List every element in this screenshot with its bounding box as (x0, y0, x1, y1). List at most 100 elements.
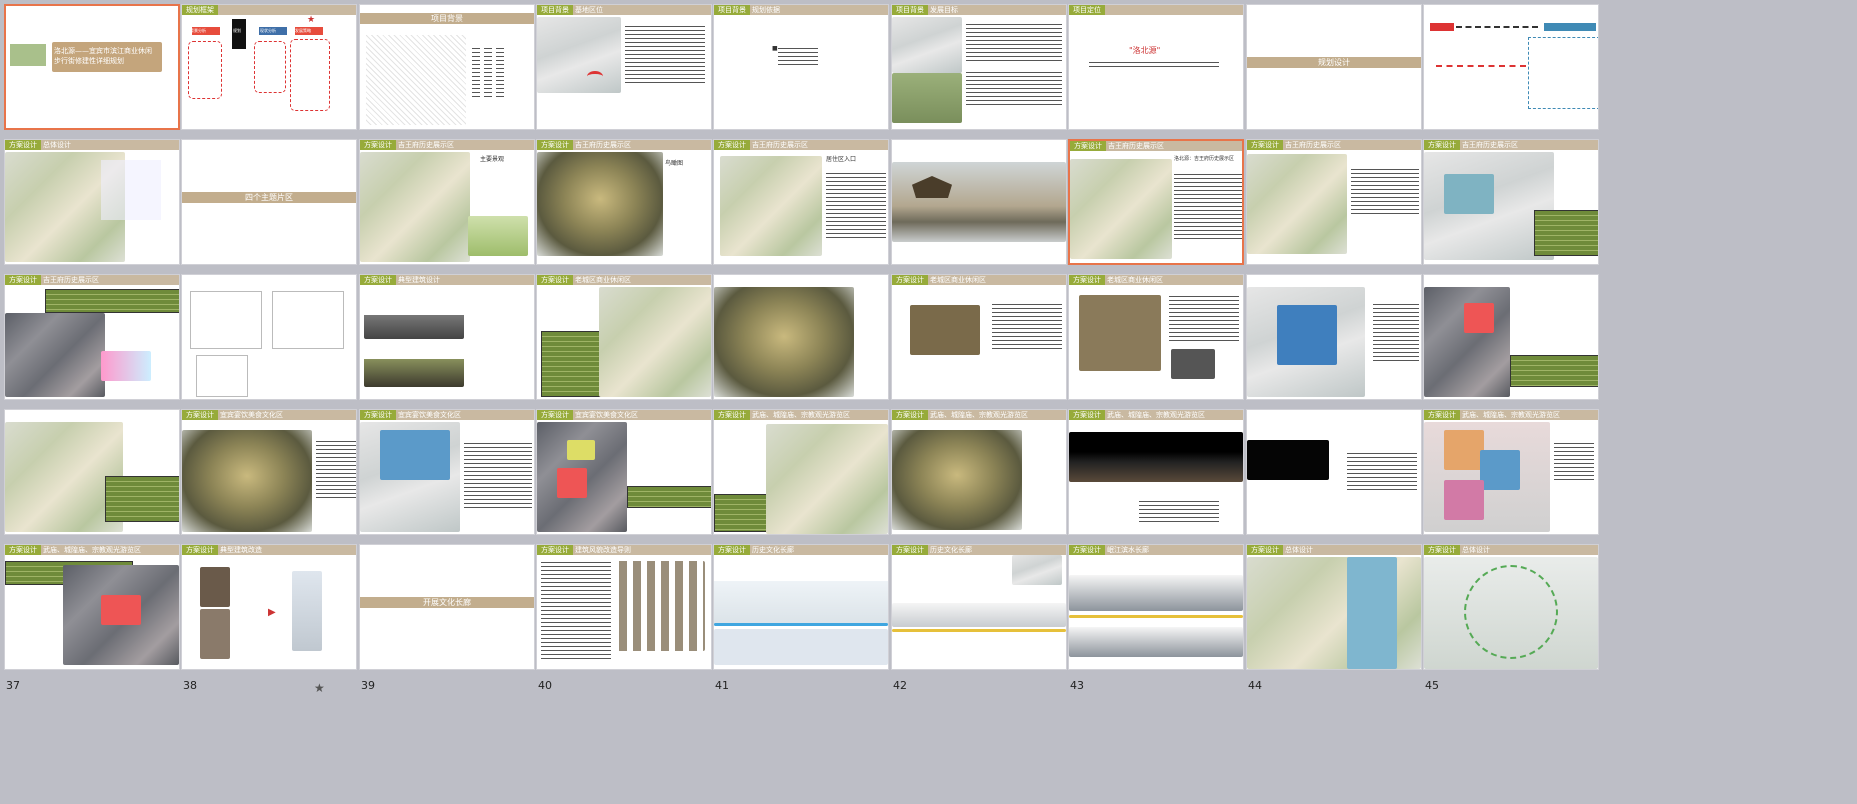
slide-thumbnail[interactable]: 方案设计老城区商业休闲区24 (891, 274, 1067, 429)
slide-thumbnail[interactable]: 方案设计武庙、城隍庙、宗教观光游览区33 (891, 409, 1067, 564)
slide-preview[interactable]: 方案设计 历史文化长廊 (891, 544, 1067, 670)
slide-header-tag: 方案设计 (5, 140, 41, 150)
slide-thumbnail[interactable]: 项目背景3 (359, 4, 535, 159)
text-block (541, 559, 611, 659)
slide-thumbnail[interactable]: 23 (713, 274, 889, 429)
slide-thumbnail[interactable]: 四个主题片区11 (181, 139, 357, 294)
slide-preview[interactable]: 方案设计 宜宾宴饮美食文化区 (536, 409, 712, 535)
slide-preview[interactable] (181, 274, 357, 400)
slide-preview[interactable] (1423, 274, 1599, 400)
slide-preview[interactable]: 方案设计 武庙、城隍庙、宗教观光游览区 (891, 409, 1067, 535)
slide-thumbnail[interactable]: 方案设计武庙、城隍庙、宗教观光游览区36 (1423, 409, 1599, 564)
slide-thumbnail[interactable]: 开展文化长廊 39 (359, 544, 535, 699)
data-table (714, 494, 768, 532)
slide-preview[interactable]: 方案设计 吉王府历史展示区 居住区入口 (713, 139, 889, 265)
slide-thumbnail[interactable]: 方案设计武庙、城隍庙、宗教观光游览区32 (713, 409, 889, 564)
slide-preview[interactable]: 项目定位 "洛北源" (1068, 4, 1244, 130)
slide-header-tag: 方案设计 (1069, 410, 1105, 420)
text-block (1373, 301, 1419, 361)
slide-preview[interactable]: 方案设计 武庙、城隍庙、宗教观光游览区 (4, 544, 180, 670)
slide-thumbnail[interactable]: 方案设计 历史文化长廊 42 (891, 544, 1067, 699)
slide-preview[interactable]: 项目背景规划依据■ ■ ■ (713, 4, 889, 130)
slide-thumbnail[interactable]: 方案设计吉王府历史展示区主要景观12 (359, 139, 535, 294)
slide-thumbnail[interactable]: 方案设计武庙、城隍庙、宗教观光游览区34 (1068, 409, 1244, 564)
slide-preview[interactable]: 四个主题片区 (181, 139, 357, 265)
slide-preview[interactable]: 方案设计 武庙、城隍庙、宗教观光游览区 (713, 409, 889, 535)
slide-thumbnail[interactable]: 项目背景基地区位4 (536, 4, 712, 159)
slide-thumbnail[interactable]: 方案设计 建筑风貌改造导则 40 (536, 544, 712, 699)
slide-preview[interactable]: 方案设计 吉王府历史展示区 主要景观 (359, 139, 535, 265)
slide-preview[interactable]: 规划框架 ★ 背景分析 规划 现状分析 发展策略 (181, 4, 357, 130)
slide-preview[interactable] (891, 139, 1067, 265)
slide-thumbnail[interactable]: 20 (181, 274, 357, 429)
slide-thumbnail[interactable]: 洛北源——宜宾市滨江商业休闲步行街修建性详细规划1 (4, 4, 180, 159)
slide-preview[interactable]: 方案设计 吉王府历史展示区 (4, 274, 180, 400)
slide-thumbnail[interactable]: 规划设计8 (1246, 4, 1422, 159)
decor-block (10, 44, 46, 66)
slide-preview[interactable]: 方案设计 武庙、城隍庙、宗教观光游览区 (1068, 409, 1244, 535)
slide-preview[interactable] (4, 409, 180, 535)
slide-thumbnail[interactable]: 方案设计吉王府历史展示区洛北源：吉王府历史展示区16 (1068, 139, 1244, 294)
slide-preview[interactable]: 项目背景 基地区位 (536, 4, 712, 130)
slide-thumbnail[interactable]: 27 (1423, 274, 1599, 429)
slide-thumbnail[interactable]: 方案设计 典型建筑改造 ▶ 38 ★ (181, 544, 357, 699)
slide-thumbnail[interactable]: 项目背景发展目标6 (891, 4, 1067, 159)
slide-preview[interactable]: 方案设计 典型建筑改造 ▶ (181, 544, 357, 670)
slide-thumbnail[interactable]: 方案设计吉王府历史展示区居住区入口14 (713, 139, 889, 294)
slide-header-subtitle: 宜宾宴饮美食文化区 (575, 411, 638, 419)
slide-preview[interactable]: 方案设计 老城区商业休闲区 (891, 274, 1067, 400)
slide-preview[interactable]: 方案设计 宜宾宴饮美食文化区 (359, 409, 535, 535)
slide-thumbnail[interactable]: 15 (891, 139, 1067, 294)
slide-thumbnail[interactable]: 方案设计 武庙、城隍庙、宗教观光游览区 37 (4, 544, 180, 699)
slide-preview[interactable]: 方案设计 吉王府历史展示区 洛北源：吉王府历史展示区 (1068, 139, 1244, 265)
slide-preview[interactable]: 项目背景 (359, 4, 535, 130)
slide-preview[interactable] (1423, 4, 1599, 130)
slide-preview[interactable]: 项目背景 发展目标 (891, 4, 1067, 130)
slide-header-tag: 方案设计 (537, 275, 573, 285)
slide-thumbnail[interactable]: 方案设计吉王府历史展示区19 (4, 274, 180, 429)
slide-preview[interactable] (1246, 409, 1422, 535)
slide-preview[interactable]: 方案设计 武庙、城隍庙、宗教观光游览区 (1423, 409, 1599, 535)
slide-thumbnail[interactable]: 项目背景规划依据■ ■ ■5 (713, 4, 889, 159)
slide-preview[interactable]: 方案设计 吉王府历史展示区 (1423, 139, 1599, 265)
slide-thumbnail[interactable]: 方案设计吉王府历史展示区17 (1246, 139, 1422, 294)
slide-preview[interactable]: 方案设计 建筑风貌改造导则 (536, 544, 712, 670)
map-image (1444, 430, 1484, 470)
slide-thumbnail[interactable]: 方案设计典型建筑设计21 (359, 274, 535, 429)
slide-preview[interactable]: 洛北源——宜宾市滨江商业休闲步行街修建性详细规划 (4, 4, 180, 130)
slide-thumbnail[interactable]: 35 (1246, 409, 1422, 564)
slide-thumbnail[interactable]: 方案设计宜宾宴饮美食文化区29 (181, 409, 357, 564)
slide-thumbnail[interactable]: 方案设计 历史文化长廊 41 (713, 544, 889, 699)
slide-preview[interactable] (1246, 274, 1422, 400)
slide-preview[interactable] (713, 274, 889, 400)
slide-preview[interactable]: 方案设计 岷江滨水长廊 (1068, 544, 1244, 670)
slide-thumbnail[interactable]: 规划框架★背景分析规划现状分析发展策略2 (181, 4, 357, 159)
slide-preview[interactable]: 方案设计 总体设计 (1246, 544, 1422, 670)
slide-thumbnail[interactable]: 方案设计老城区商业休闲区22 (536, 274, 712, 429)
slide-preview[interactable]: 方案设计 吉王府历史展示区 鸟瞰图 (536, 139, 712, 265)
slide-preview[interactable]: 方案设计 历史文化长廊 (713, 544, 889, 670)
slide-preview[interactable]: 方案设计 总体设计 (4, 139, 180, 265)
slide-preview[interactable]: 方案设计 老城区商业休闲区 (536, 274, 712, 400)
slide-header-tag: 方案设计 (714, 410, 750, 420)
slide-thumbnail[interactable]: 方案设计吉王府历史展示区18 (1423, 139, 1599, 294)
slide-preview[interactable]: 方案设计 典型建筑设计 (359, 274, 535, 400)
slide-thumbnail[interactable]: 方案设计老城区商业休闲区25 (1068, 274, 1244, 429)
slide-thumbnail[interactable]: 项目定位"洛北源"7 (1068, 4, 1244, 159)
slide-thumbnail[interactable]: 方案设计 总体设计 44 (1246, 544, 1422, 699)
slide-preview[interactable]: 规划设计 (1246, 4, 1422, 130)
slide-thumbnail[interactable]: 26 (1246, 274, 1422, 429)
slide-preview[interactable]: 方案设计 老城区商业休闲区 (1068, 274, 1244, 400)
slide-thumbnail[interactable]: 方案设计 岷江滨水长廊 43 (1068, 544, 1244, 699)
slide-preview[interactable]: 方案设计 吉王府历史展示区 (1246, 139, 1422, 265)
slide-thumbnail[interactable]: 方案设计宜宾宴饮美食文化区31 (536, 409, 712, 564)
slide-preview[interactable]: 方案设计 宜宾宴饮美食文化区 (181, 409, 357, 535)
slide-thumbnail[interactable]: 方案设计总体设计10 (4, 139, 180, 294)
slide-thumbnail[interactable]: 9 (1423, 4, 1599, 159)
slide-thumbnail[interactable]: 28 (4, 409, 180, 564)
slide-thumbnail[interactable]: 方案设计 总体设计 45 (1423, 544, 1599, 699)
slide-thumbnail[interactable]: 方案设计吉王府历史展示区鸟瞰图13 (536, 139, 712, 294)
slide-thumbnail[interactable]: 方案设计宜宾宴饮美食文化区30 (359, 409, 535, 564)
slide-preview[interactable]: 开展文化长廊 (359, 544, 535, 670)
slide-preview[interactable]: 方案设计 总体设计 (1423, 544, 1599, 670)
